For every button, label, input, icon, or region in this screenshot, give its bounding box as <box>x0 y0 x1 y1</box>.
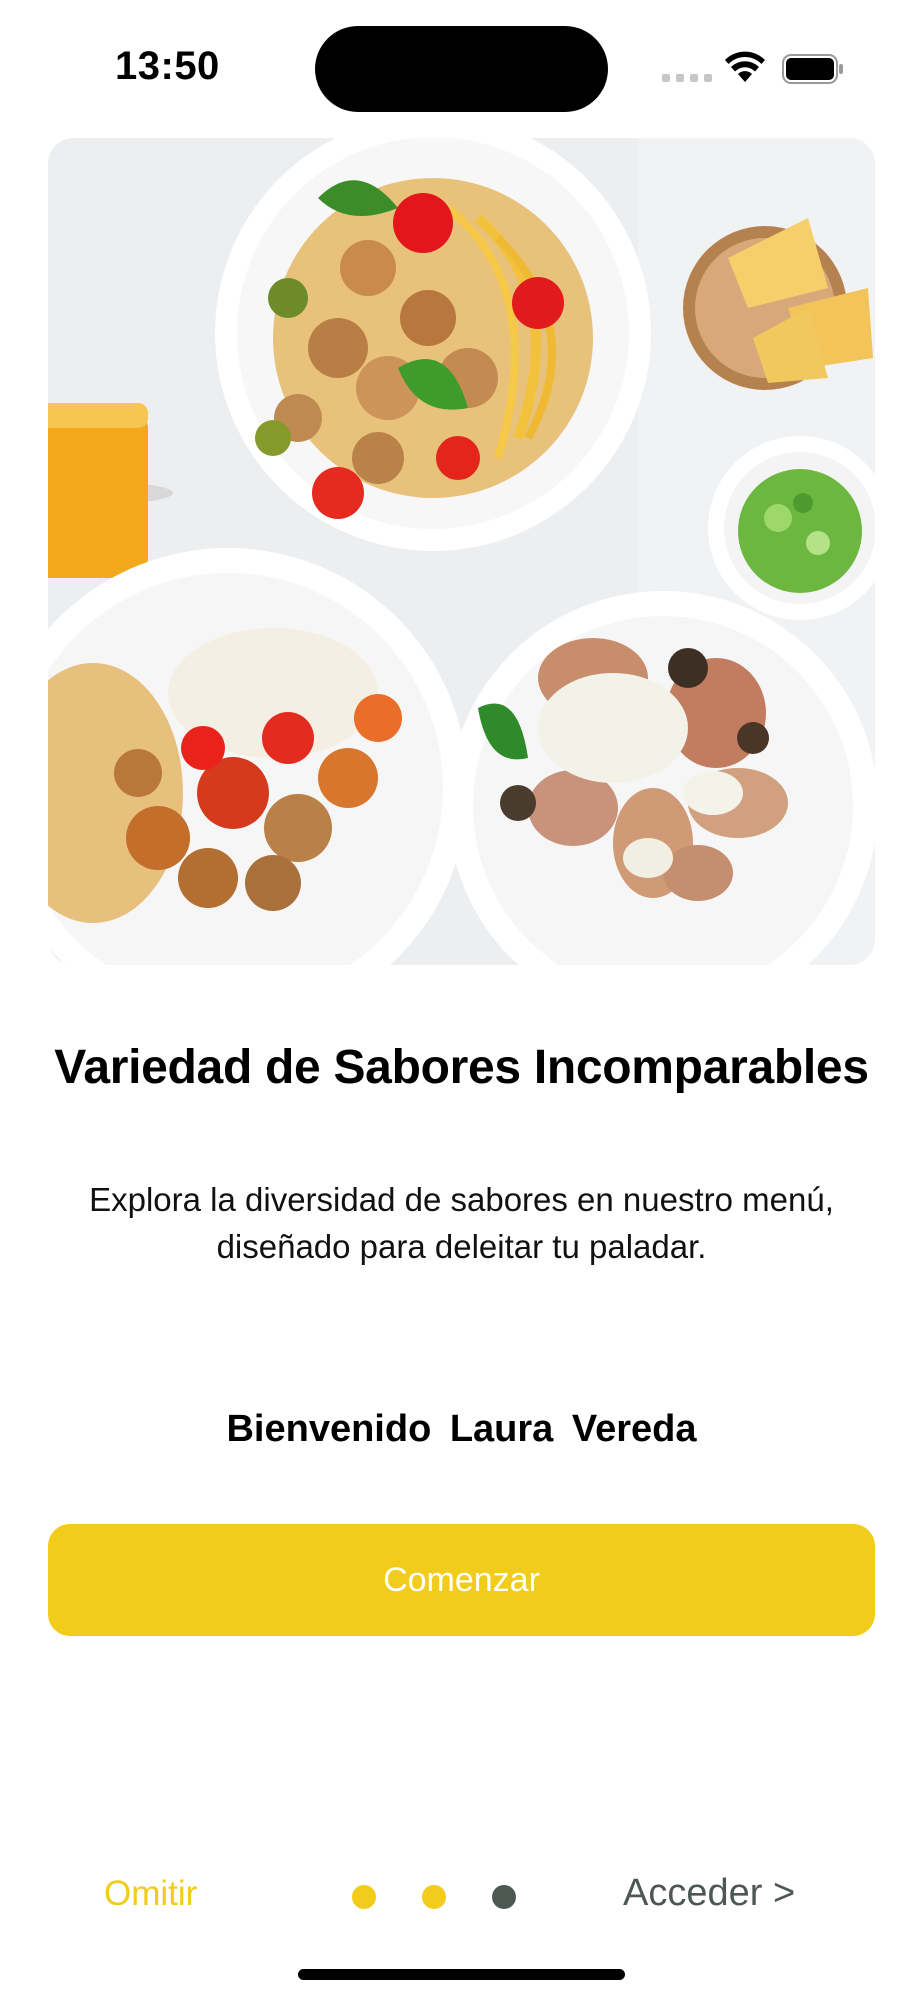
welcome-message: Bienvenido Laura Vereda <box>226 1408 697 1450</box>
onboarding-title: Variedad de Sabores Incomparables <box>54 1041 869 1094</box>
wifi-icon <box>725 51 765 82</box>
page-dot-1[interactable] <box>352 1885 376 1909</box>
page-indicator <box>352 1885 516 1909</box>
skip-button[interactable]: Omitir <box>104 1874 197 1914</box>
home-indicator <box>298 1969 625 1980</box>
page-dot-3-active[interactable] <box>492 1885 516 1909</box>
start-button[interactable]: Comenzar <box>48 1524 875 1636</box>
food-platters-photo <box>48 138 875 965</box>
onboarding-screen: 13:50 Variedad de Sabores Incomparables … <box>0 0 923 1999</box>
page-dot-2[interactable] <box>422 1885 446 1909</box>
hero-food-image <box>48 138 875 965</box>
onboarding-description: Explora la diversidad de sabores en nues… <box>89 1181 834 1265</box>
dynamic-island <box>315 26 608 112</box>
battery-icon <box>782 54 843 84</box>
status-time: 13:50 <box>115 44 220 88</box>
access-button[interactable]: Acceder > <box>623 1872 795 1915</box>
cellular-signal-icon <box>662 74 712 82</box>
